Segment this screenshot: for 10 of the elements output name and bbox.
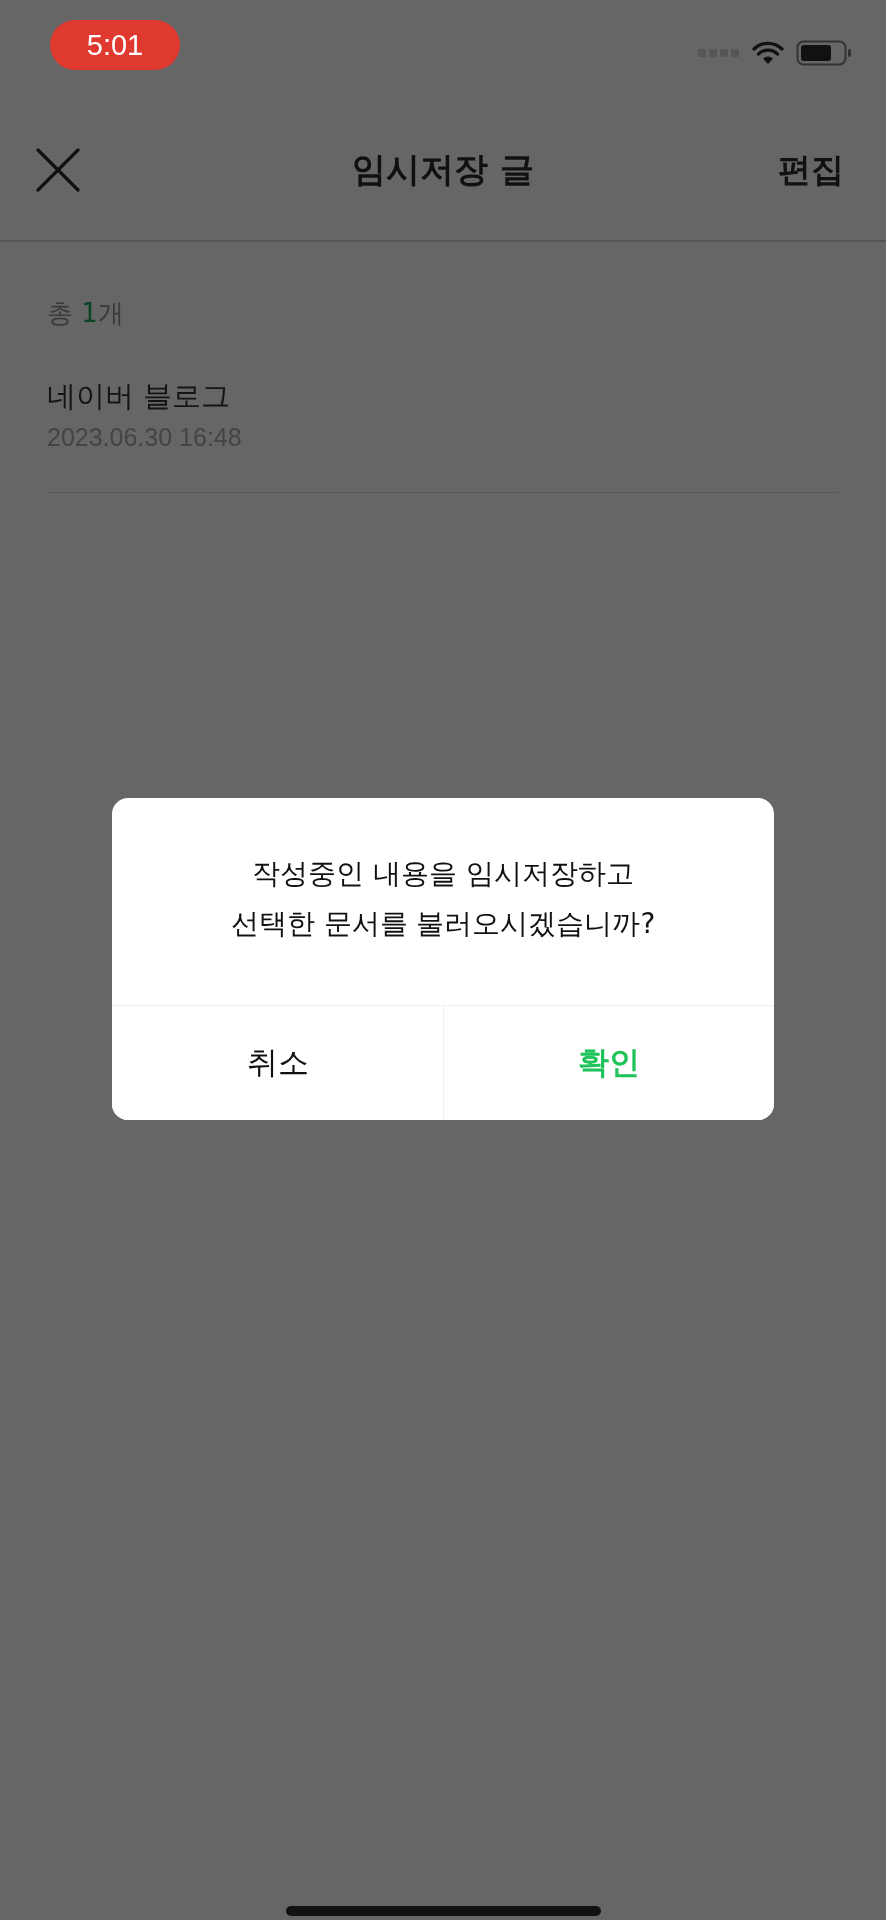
confirm-button[interactable]: 확인 xyxy=(443,1006,774,1120)
draft-title: 네이버 블로그 xyxy=(47,378,232,415)
close-icon xyxy=(36,148,80,192)
wifi-icon xyxy=(752,41,784,65)
status-time: 5:01 xyxy=(50,20,180,70)
battery-icon xyxy=(796,40,852,66)
edit-button[interactable]: 편집 xyxy=(778,147,844,193)
screen-title: 임시저장 글 xyxy=(352,148,534,191)
close-button[interactable] xyxy=(36,148,80,192)
dialog-message: 작성중인 내용을 임시저장하고 선택한 문서를 불러오시겠습니까? xyxy=(229,855,657,942)
